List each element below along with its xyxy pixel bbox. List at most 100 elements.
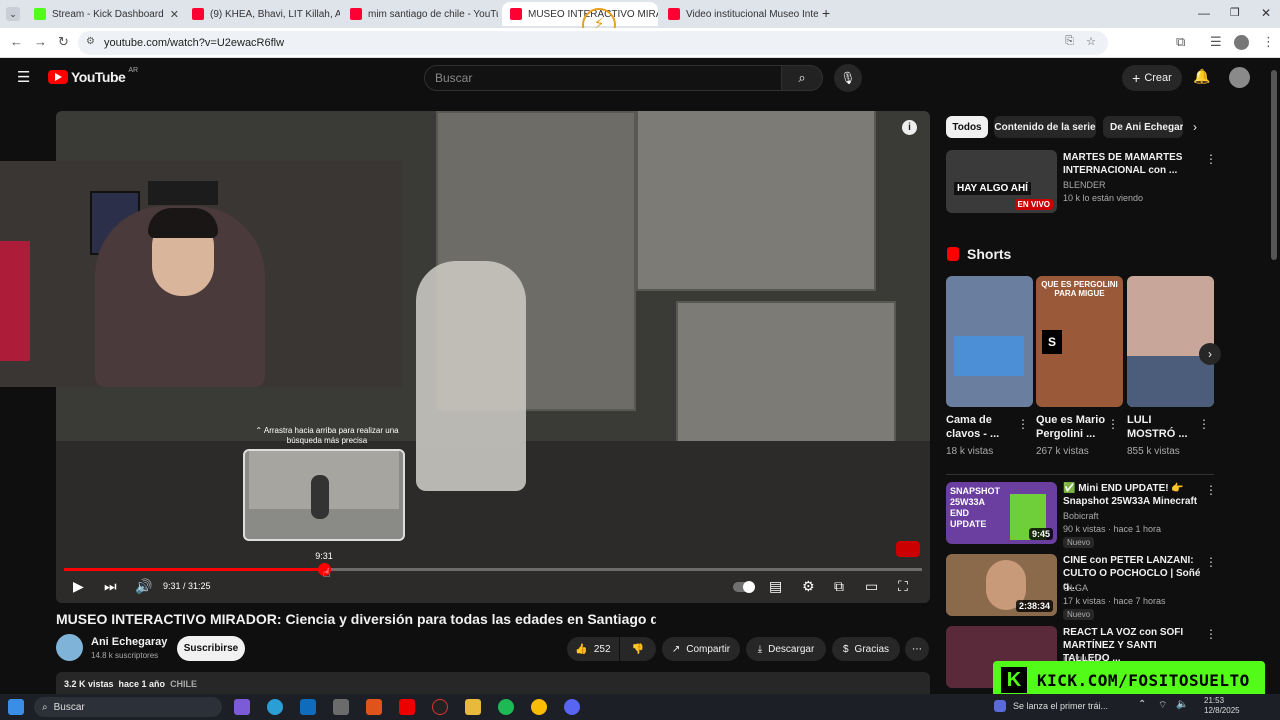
tab-video-institucional[interactable]: Video institucional Museo Inter ✕ <box>660 2 818 26</box>
video-thumbnail[interactable]: SNAPSHOT 25W33A END UPDATE 9:45 <box>946 482 1057 544</box>
more-vertical-icon[interactable]: ⋮ <box>1205 152 1217 166</box>
share-icon: ↗ <box>671 643 681 655</box>
extensions-icon[interactable]: ⧉ <box>1176 34 1185 50</box>
chip-contenido-serie[interactable]: Contenido de la serie <box>994 116 1096 138</box>
short-thumbnail[interactable] <box>1127 276 1214 407</box>
reload-icon[interactable]: ↻ <box>58 34 69 50</box>
more-vertical-icon[interactable]: ⋮ <box>1205 483 1217 497</box>
more-vertical-icon[interactable]: ⋮ <box>1205 555 1217 569</box>
window-restore-icon[interactable]: ❐ <box>1230 6 1240 19</box>
hamburger-menu-icon[interactable]: ☰ <box>17 68 30 86</box>
account-avatar[interactable] <box>1229 67 1250 88</box>
live-video-title[interactable]: MARTES DE MAMARTES INTERNACIONAL con ... <box>1063 151 1203 177</box>
tab-mim-search[interactable]: mim santiago de chile - YouTube ✕ <box>342 2 498 26</box>
short-title[interactable]: Que es Mario Pergolini ... <box>1036 413 1106 441</box>
video-info-icon[interactable]: i <box>902 120 917 135</box>
youtube-app-icon[interactable] <box>399 699 415 715</box>
voice-search-button[interactable]: 🎙 <box>834 64 862 92</box>
create-button[interactable]: + Crear <box>1122 65 1182 91</box>
file-explorer-icon[interactable] <box>465 699 481 715</box>
channel-avatar[interactable] <box>56 634 83 661</box>
more-actions-button[interactable]: ⋯ <box>905 637 929 661</box>
short-thumb-lower <box>1127 356 1214 407</box>
autoplay-toggle[interactable] <box>733 581 755 593</box>
new-tab-button[interactable]: + <box>822 5 830 21</box>
short-title[interactable]: LULI MOSTRÓ ... <box>1127 413 1197 441</box>
play-button[interactable]: ▶ <box>73 578 84 595</box>
chips-next-chevron-icon[interactable]: › <box>1193 120 1197 134</box>
settings-gear-icon[interactable]: ⚙ <box>802 578 815 595</box>
chip-todos[interactable]: Todos <box>946 116 988 138</box>
address-bar[interactable]: ⚙ youtube.com/watch?v=U2ewacR6flw ⎘ ☆ <box>78 31 1108 55</box>
volume-icon[interactable]: 🔊 <box>135 578 152 595</box>
subtitles-icon[interactable]: ▤ <box>769 578 782 595</box>
youtube-favicon-icon <box>668 8 680 20</box>
page-scrollbar[interactable] <box>1271 70 1277 260</box>
more-vertical-icon[interactable]: ⋮ <box>1198 417 1210 431</box>
copilot-icon[interactable] <box>234 699 250 715</box>
discord-icon[interactable] <box>564 699 580 715</box>
video-title[interactable]: ✅ Mini END UPDATE! 👉 Snapshot 25W33A Min… <box>1063 482 1203 508</box>
profile-avatar[interactable] <box>1234 35 1249 50</box>
windows-start-icon[interactable] <box>8 699 24 715</box>
outlook-icon[interactable] <box>300 699 316 715</box>
notification-text[interactable]: Se lanza el primer trái... <box>1013 701 1108 711</box>
window-close-icon[interactable]: ✕ <box>1261 6 1271 20</box>
chrome-menu-icon[interactable]: ⋮ <box>1262 34 1275 50</box>
channel-name[interactable]: Ani Echegaray <box>91 636 167 648</box>
share-button[interactable]: ↗ Compartir <box>662 637 740 661</box>
install-app-icon[interactable]: ⎘ <box>1065 35 1074 48</box>
search-input[interactable]: Buscar <box>424 65 782 91</box>
tab-kick-dashboard[interactable]: Stream - Kick Dashboard ✕ <box>26 2 182 26</box>
short-title[interactable]: Cama de clavos - ... <box>946 413 1016 441</box>
description-box[interactable]: 3.2 K vistas hace 1 año CHILE <box>56 672 930 694</box>
forward-icon[interactable]: → <box>34 34 47 49</box>
edge-icon[interactable] <box>267 699 283 715</box>
chip-de-ani[interactable]: De Ani Echegaray <box>1103 116 1183 138</box>
close-tab-icon[interactable]: ✕ <box>170 8 179 21</box>
fullscreen-icon[interactable]: ⛶ <box>898 578 908 595</box>
brave-icon[interactable] <box>366 699 382 715</box>
tab-list-button[interactable]: ⌄ <box>6 7 20 21</box>
obs-icon[interactable] <box>432 699 448 715</box>
youtube-logo[interactable]: YouTube AR <box>48 67 138 85</box>
bookmark-star-icon[interactable]: ☆ <box>1086 35 1096 48</box>
video-channel[interactable]: OLGA <box>1063 582 1088 595</box>
miniplayer-icon[interactable]: ⧉ <box>834 578 844 595</box>
chrome-icon[interactable] <box>531 699 547 715</box>
theater-mode-icon[interactable]: ▭ <box>865 578 878 595</box>
dislike-button[interactable]: 👎 <box>620 637 656 661</box>
reading-list-icon[interactable]: ☰ <box>1210 34 1222 50</box>
more-vertical-icon[interactable]: ⋮ <box>1107 417 1119 431</box>
site-info-icon[interactable]: ⚙ <box>86 36 95 47</box>
video-meta: 17 k vistas · hace 7 horas <box>1063 596 1166 606</box>
video-thumbnail[interactable]: 2:38:34 <box>946 554 1057 616</box>
live-video-thumbnail[interactable]: HAY ALGO AHÍ EN VIVO <box>946 150 1057 213</box>
back-icon[interactable]: ← <box>10 34 23 49</box>
clock-date[interactable]: 12/8/2025 <box>1204 706 1240 715</box>
video-channel[interactable]: Bobicraft <box>1063 510 1099 523</box>
thanks-button[interactable]: $ Gracias <box>832 637 900 661</box>
more-vertical-icon[interactable]: ⋮ <box>1017 417 1029 431</box>
shorts-next-button[interactable]: › <box>1199 343 1221 365</box>
tab-museo-active[interactable]: MUSEO INTERACTIVO MIRA 🔊 ✕ <box>502 2 658 26</box>
tray-chevron-icon[interactable]: ⌃ <box>1138 699 1146 710</box>
spotify-icon[interactable] <box>498 699 514 715</box>
short-thumbnail[interactable] <box>946 276 1033 407</box>
window-minimize-icon[interactable]: — <box>1198 6 1210 20</box>
live-video-channel[interactable]: BLENDER <box>1063 179 1106 192</box>
subscribe-button[interactable]: Suscribirse <box>177 636 245 661</box>
download-button[interactable]: ⤓ Descargar <box>746 637 826 661</box>
short-thumbnail[interactable]: QUE ES PERGOLINI PARA MIGUE S <box>1036 276 1123 407</box>
more-vertical-icon[interactable]: ⋮ <box>1205 627 1217 641</box>
taskbar-search[interactable]: ⌕ Buscar <box>34 697 222 717</box>
like-button[interactable]: 👍 252 <box>567 637 619 661</box>
search-button[interactable]: ⌕ <box>781 65 823 91</box>
clock-time[interactable]: 21:53 <box>1204 696 1224 705</box>
speaker-icon[interactable]: 🔈 <box>1176 699 1188 710</box>
store-icon[interactable] <box>333 699 349 715</box>
notifications-bell-icon[interactable]: 🔔 <box>1193 68 1210 85</box>
tab-khea[interactable]: (9) KHEA, Bhavi, LIT Killah, Asan ✕ <box>184 2 340 26</box>
short-thumb-bed <box>954 336 1024 376</box>
next-button[interactable]: ⏭ <box>104 578 117 595</box>
